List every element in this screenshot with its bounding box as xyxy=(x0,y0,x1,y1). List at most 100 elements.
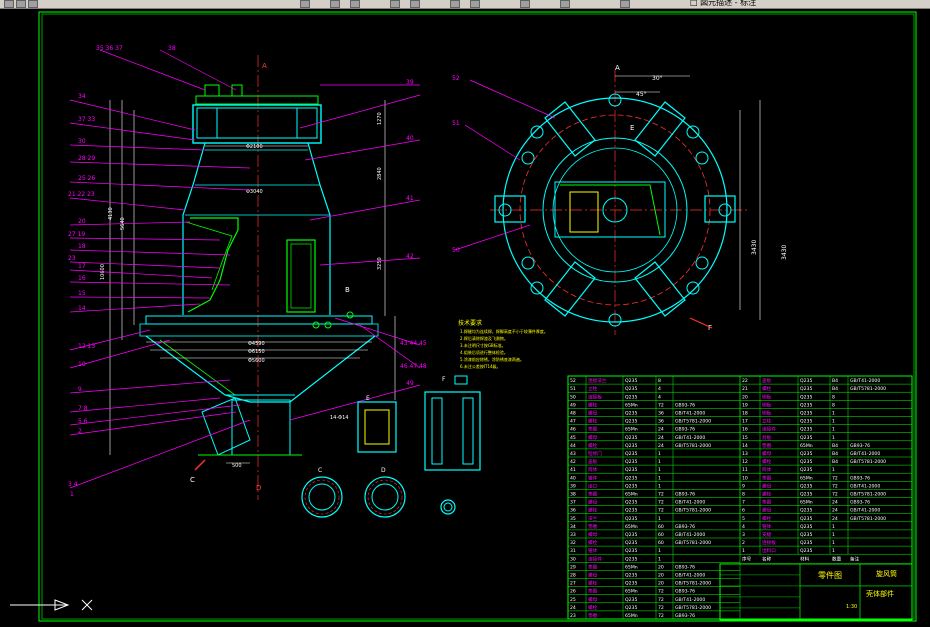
right_rows-cell: GB93-76 xyxy=(850,475,870,481)
left_rows-cell: 38 xyxy=(570,492,576,498)
left_rows-cell: 37 xyxy=(570,500,576,506)
right_rows-cell: 21 xyxy=(742,386,748,392)
svg-text:Φ4590: Φ4590 xyxy=(248,341,265,347)
right_rows-cell: GB/T5781-2000 xyxy=(850,492,886,498)
left_rows-cell: 36 xyxy=(658,411,664,417)
label-5-6: 5 6 xyxy=(78,418,88,425)
right_rows-cell: Q235 xyxy=(800,492,812,498)
right_rows-cell: GB/T5781-2000 xyxy=(850,386,886,392)
right_rows-cell: 19 xyxy=(742,402,748,408)
left_rows-cell: 29 xyxy=(570,564,576,570)
left_rows-cell: 锥体 xyxy=(588,547,598,554)
left_rows-cell: 垫圈 xyxy=(588,588,598,595)
left_rows-cell: 20 xyxy=(658,564,664,570)
label-16: 16 xyxy=(78,275,86,282)
label-7-8: 7 8 xyxy=(78,405,88,412)
left_rows-cell: 35 xyxy=(570,516,576,522)
right_rows-cell: 72 xyxy=(832,483,838,489)
label-9: 9 xyxy=(78,386,82,393)
right_rows-cell: 6 xyxy=(742,508,745,514)
label-28-29: 28 29 xyxy=(78,155,95,162)
note-line-5: 5.涂漆前应除锈，涂防锈底漆两遍。 xyxy=(460,356,524,362)
right_rows-cell: 立柱 xyxy=(762,418,772,425)
label-43-44-45: 43 44 45 xyxy=(400,340,427,347)
right_rows-cell: 17 xyxy=(742,419,748,425)
detail-c-label: C xyxy=(318,467,322,474)
right_rows-cell: B4 xyxy=(832,386,838,392)
right_rows-cell: 8 xyxy=(832,394,835,400)
svg-text:2840: 2840 xyxy=(377,167,383,180)
right_rows-cell: 16 xyxy=(742,427,748,433)
right_rows-cell: 5 xyxy=(742,516,745,522)
left_rows-cell: 螺栓 xyxy=(588,604,598,611)
left_rows-cell: 1 xyxy=(658,467,661,473)
left_rows-cell: GB/T41-2000 xyxy=(675,532,705,538)
right_rows-cell: 垫圈 xyxy=(762,499,772,506)
right_rows-cell: Q235 xyxy=(800,427,812,433)
right_rows-cell: 锥体 xyxy=(762,523,772,530)
left_rows-cell: 36 xyxy=(658,419,664,425)
label-2: 2 xyxy=(78,428,82,435)
label-52: 52 xyxy=(452,75,460,82)
right_rows-cell: 1 xyxy=(832,411,835,417)
svg-text:3250: 3250 xyxy=(377,257,383,270)
left_rows-cell: 65Mn xyxy=(625,427,638,433)
left_rows-cell: 34 xyxy=(570,524,576,530)
bom-table: 52 连接法兰 Q235 851 立柱 Q235 450 连接板 Q235 449 螺栓 65Mn 72… xyxy=(567,375,913,620)
left_rows-cell: 垫圈 xyxy=(588,563,598,570)
left_rows-cell: 72 xyxy=(658,402,664,408)
left_rows-cell: Q235 xyxy=(625,556,637,562)
left_rows-cell: 45 xyxy=(570,435,576,441)
left_rows-cell: 垫圈 xyxy=(588,491,598,498)
left_rows-cell: 23 xyxy=(570,613,576,619)
left_rows-cell: GB/T41-2000 xyxy=(675,573,705,579)
left_rows-cell: Q235 xyxy=(625,459,637,465)
right_rows-cell: 65Mn xyxy=(800,475,813,481)
left_rows-cell: 螺栓 xyxy=(588,418,598,425)
left_rows-cell: Q235 xyxy=(625,451,637,457)
right_rows-cell: 9 xyxy=(742,483,745,489)
left_rows-cell: 40 xyxy=(570,475,576,481)
technical-notes: 技术要求 1.焊缝均为连续焊，焊脚高度不小于较薄件厚度。 2.焊后清除焊渣及飞溅… xyxy=(458,319,548,369)
title-subtitle: 壳体部件 xyxy=(866,589,894,598)
right_rows-cell: 封板 xyxy=(762,434,772,441)
right_rows-cell: 11 xyxy=(742,467,748,473)
left_rows-cell: 垫圈 xyxy=(588,426,598,433)
left_rows-cell: 50 xyxy=(570,394,576,400)
left_rows-cell: Q235 xyxy=(625,475,637,481)
left_rows-cell: 螺栓 xyxy=(588,580,598,587)
right_rows-cell: 螺母 xyxy=(762,482,772,489)
detail-f-label: F xyxy=(442,376,446,383)
left_rows-cell: 25 xyxy=(570,597,576,603)
left_rows-cell: Q235 xyxy=(625,605,637,611)
left_rows-cell: Q235 xyxy=(625,443,637,449)
right_rows-cell: 8 xyxy=(832,402,835,408)
label-35-36-37: 35 36 37 xyxy=(96,45,123,52)
left_rows-cell: 1 xyxy=(658,548,661,554)
note-line-1: 1.焊缝均为连续焊，焊脚高度不小于较薄件厚度。 xyxy=(460,328,548,334)
right_rows-cell: GB/T5781-2000 xyxy=(850,459,886,465)
left_rows-cell: 螺母 xyxy=(588,410,598,417)
right_rows-cell: Q235 xyxy=(800,459,812,465)
right_rows-cell: 7 xyxy=(742,500,745,506)
label-14: 14 xyxy=(78,305,86,312)
left_rows-cell: Q235 xyxy=(625,597,637,603)
left_rows-cell: 螺栓 xyxy=(588,401,598,408)
right_rows-cell: Q235 xyxy=(800,451,812,457)
left_rows-cell: 垫圈 xyxy=(588,612,598,619)
right_rows-cell: 侧板 xyxy=(762,401,772,408)
top-axis-a: A xyxy=(615,64,620,72)
right_rows-cell: 支腿 xyxy=(762,531,772,538)
right_rows-cell: GB93-76 xyxy=(850,443,870,449)
axis-b-label: B xyxy=(345,286,350,294)
drawing-canvas[interactable]: A D 4130 1270 2840 3250 Φ4590 Φ6150 Φ560… xyxy=(0,0,930,627)
right_rows-cell: 13 xyxy=(742,451,748,457)
left_rows-cell: 锥体 xyxy=(588,474,598,481)
left_rows-cell: 螺母 xyxy=(588,531,598,538)
label-40: 40 xyxy=(406,135,414,142)
note-line-6: 6.未注公差按IT14级。 xyxy=(460,363,501,369)
left_rows-cell: 65Mn xyxy=(625,524,638,530)
label-51: 51 xyxy=(452,120,460,127)
left_rows-cell: GB/T41-2000 xyxy=(675,411,705,417)
left_rows-cell: Q235 xyxy=(625,411,637,417)
